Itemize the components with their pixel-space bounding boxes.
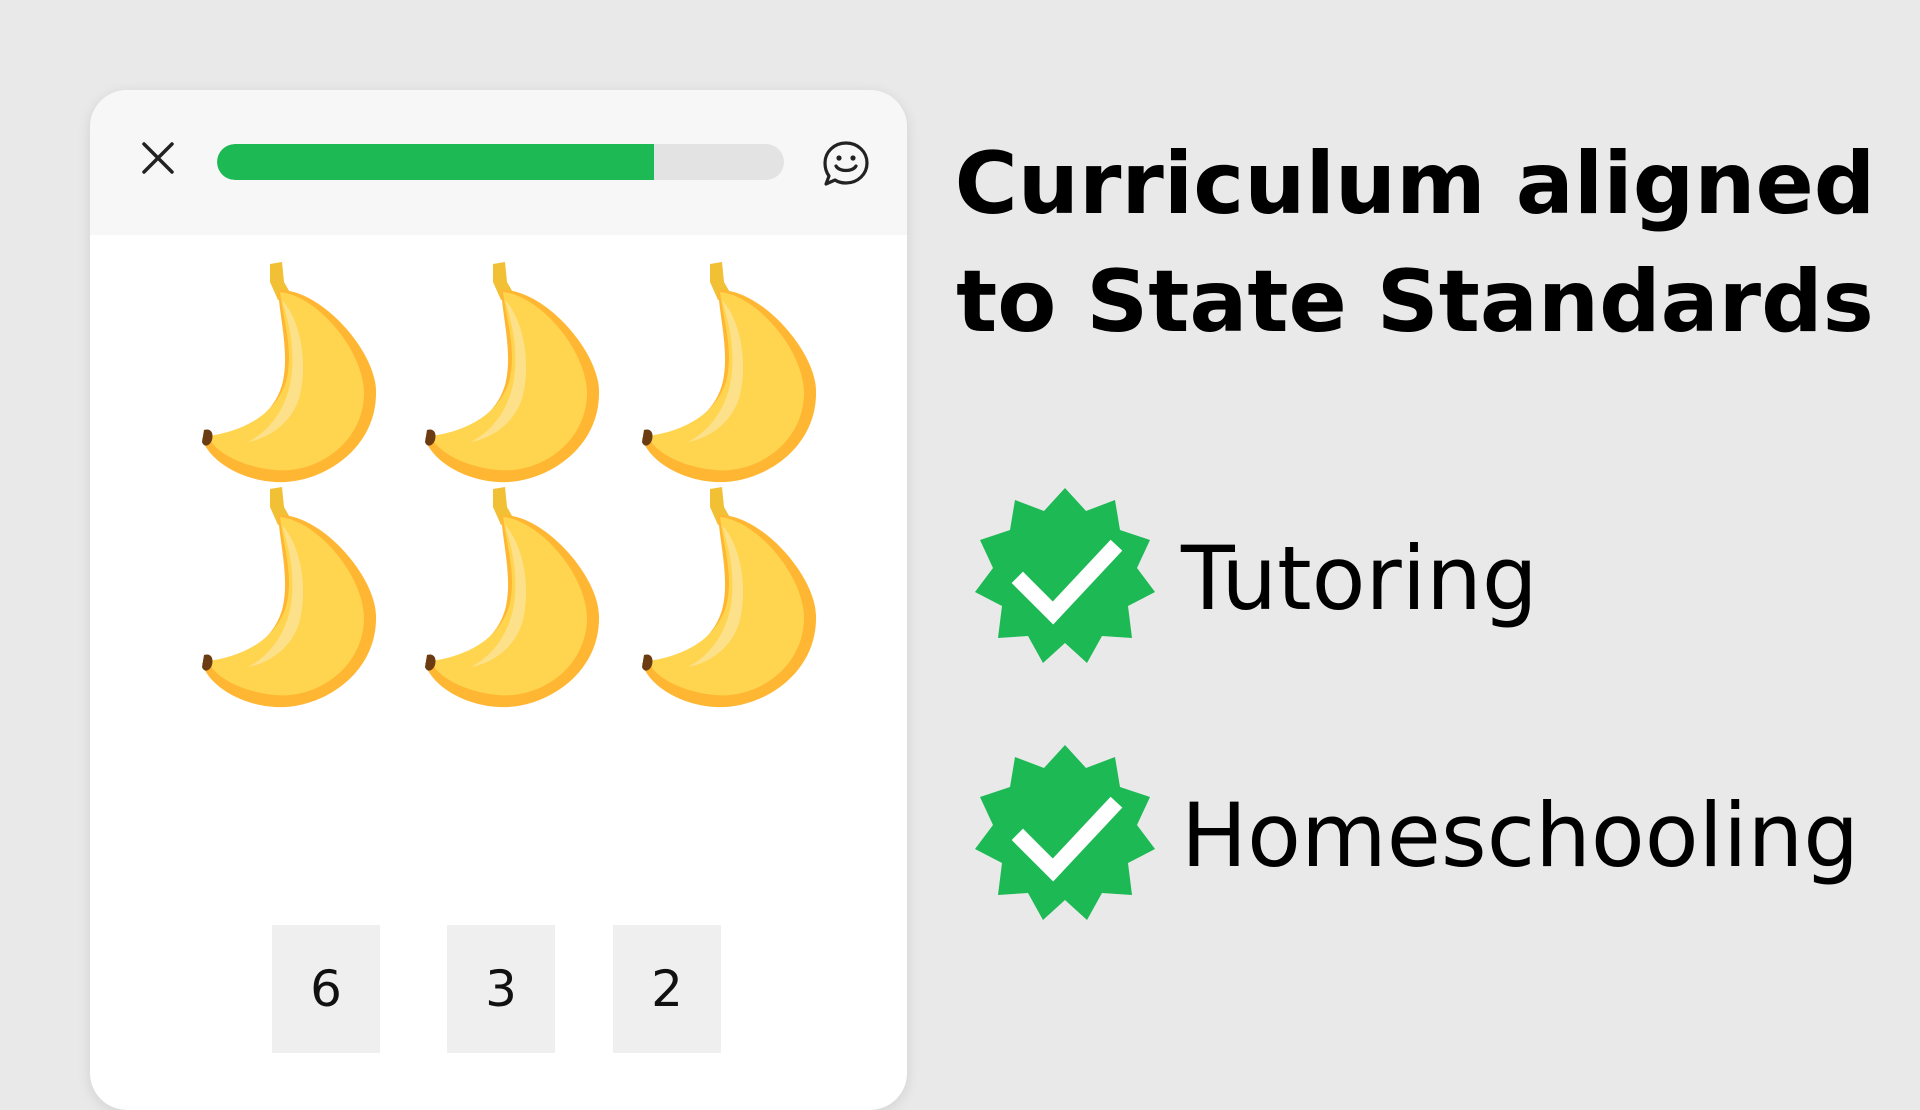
lesson-card: 6 3 2	[90, 90, 907, 1110]
close-button[interactable]	[130, 130, 186, 186]
check-badge-icon	[975, 745, 1155, 925]
feature-item-tutoring: Tutoring	[975, 488, 1875, 668]
lesson-progress-bar	[217, 144, 784, 180]
counting-picture-area	[90, 235, 907, 855]
check-badge-icon	[975, 488, 1155, 668]
headline: Curriculum aligned to State Standards	[930, 125, 1900, 361]
chat-button[interactable]	[816, 134, 876, 194]
banana-icon	[423, 485, 603, 715]
answer-choices: 6 3 2	[90, 925, 907, 1055]
feature-label: Homeschooling	[1181, 783, 1860, 887]
answer-option-1[interactable]: 6	[272, 925, 380, 1053]
headline-line-1: Curriculum aligned	[954, 134, 1876, 234]
headline-line-2: to State Standards	[956, 252, 1874, 352]
answer-option-3[interactable]: 2	[613, 925, 721, 1053]
banana-icon	[640, 260, 820, 490]
close-icon	[142, 142, 174, 174]
lesson-progress-fill	[217, 144, 654, 180]
banana-icon	[200, 485, 380, 715]
feature-item-homeschooling: Homeschooling	[975, 745, 1875, 925]
banana-icon	[640, 485, 820, 715]
banana-icon	[423, 260, 603, 490]
feature-label: Tutoring	[1181, 526, 1538, 630]
banana-icon	[200, 260, 380, 490]
answer-option-2[interactable]: 3	[447, 925, 555, 1053]
lesson-header	[90, 90, 907, 235]
chat-smiley-icon	[823, 141, 869, 186]
